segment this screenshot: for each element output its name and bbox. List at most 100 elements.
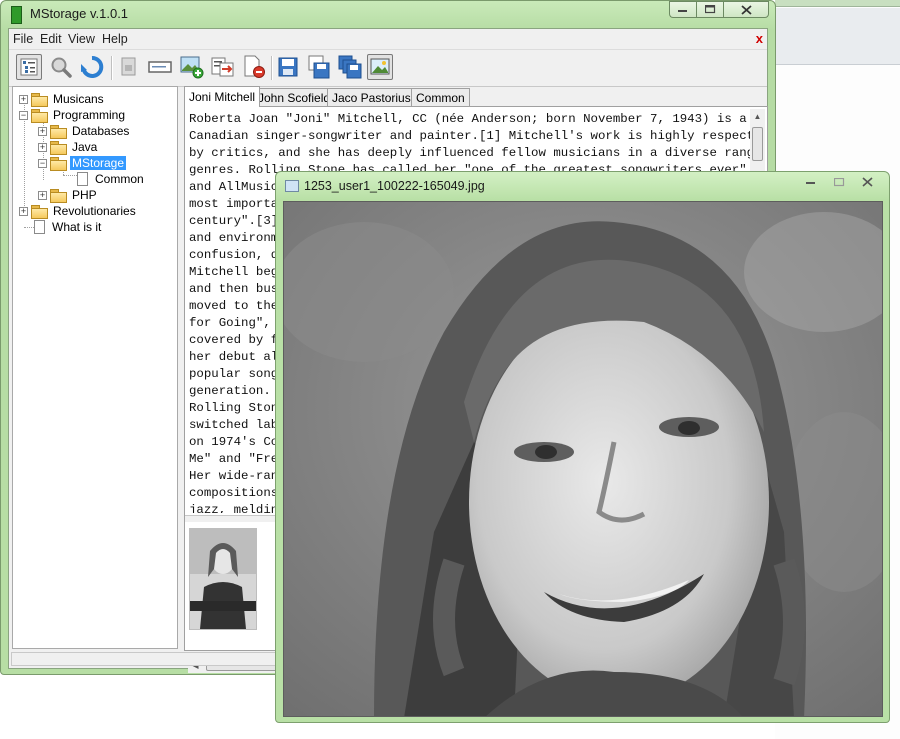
tree-item-label: Musicans — [53, 92, 104, 106]
close-icon — [740, 4, 752, 15]
folder-icon — [31, 204, 48, 219]
menubar: File Edit View Help x — [9, 29, 767, 49]
document-line: Roberta Joan "Joni" Mitchell, CC (née An… — [189, 112, 747, 126]
collapse-icon[interactable]: − — [19, 110, 28, 120]
tab-joni-mitchell[interactable]: Joni Mitchell — [184, 86, 261, 107]
tab-common[interactable]: Common — [411, 88, 470, 106]
import-button[interactable] — [210, 54, 236, 80]
minimize-icon — [678, 9, 687, 12]
folder-icon — [50, 124, 67, 139]
document-icon — [77, 172, 88, 186]
tree-item-label: MStorage — [70, 156, 127, 170]
expand-icon[interactable]: + — [38, 190, 47, 200]
form-button[interactable] — [147, 54, 173, 80]
tree-item-databases[interactable]: + Databases — [38, 123, 131, 139]
close-icon — [861, 177, 873, 187]
delete-button[interactable] — [241, 54, 267, 80]
tree-item-label: Programming — [53, 108, 126, 122]
save-as-button[interactable] — [306, 54, 332, 80]
image-viewer-title: 1253_user1_100222-165049.jpg — [304, 179, 485, 193]
main-titlebar[interactable]: MStorage v.1.0.1 — [1, 1, 775, 27]
tab-john-scofield[interactable]: John Scofield — [253, 88, 336, 106]
scroll-thumb[interactable] — [752, 127, 763, 161]
maximize-icon — [704, 5, 715, 14]
form-icon — [148, 61, 172, 73]
document-line: Canadian singer-songwriter and painter.[… — [189, 129, 755, 143]
folder-icon — [50, 188, 67, 203]
tree-item-label: PHP — [72, 188, 97, 202]
minimize-icon — [806, 182, 815, 184]
save-as-icon — [308, 55, 330, 79]
tree-panel: + Musicans − Programming + Databases + J… — [12, 86, 178, 649]
menu-help[interactable]: Help — [102, 32, 128, 46]
close-button[interactable] — [723, 1, 769, 18]
tree-item-label: What is it — [52, 220, 102, 234]
viewer-maximize-button[interactable] — [827, 176, 851, 188]
maximize-icon — [833, 177, 844, 186]
portrait-photo — [283, 201, 883, 717]
minimize-button[interactable] — [669, 1, 696, 18]
document-icon — [34, 220, 45, 234]
tree-item-php[interactable]: + PHP — [38, 187, 99, 203]
mdi-close-button[interactable]: x — [756, 31, 763, 46]
maximize-button[interactable] — [696, 1, 723, 18]
tree-item-label: Common — [95, 172, 144, 186]
window-title: MStorage v.1.0.1 — [30, 6, 129, 21]
tree-item-label: Revolutionaries — [53, 204, 136, 218]
background-window-panel — [775, 8, 900, 65]
collapse-icon[interactable]: − — [38, 158, 47, 168]
background-window-titlebar — [775, 0, 900, 7]
note-icon — [121, 57, 136, 76]
image-view-button[interactable] — [367, 54, 393, 80]
folder-open-icon — [31, 108, 48, 123]
save-all-button[interactable] — [337, 54, 363, 80]
tree-item-revolutionaries[interactable]: + Revolutionaries — [19, 203, 138, 219]
tree-item-musicans[interactable]: + Musicans — [19, 91, 106, 107]
tree-item-mstorage[interactable]: − MStorage — [38, 155, 127, 171]
refresh-icon — [81, 55, 104, 78]
menu-view[interactable]: View — [68, 32, 95, 46]
tree-item-what-is-it[interactable]: What is it — [31, 219, 103, 235]
note-button[interactable] — [116, 54, 142, 80]
caption-buttons — [669, 1, 769, 19]
toolbar-separator — [111, 56, 113, 80]
app-icon — [11, 6, 22, 24]
delete-icon — [244, 55, 265, 78]
folder-open-icon — [50, 156, 67, 171]
scroll-up-icon[interactable]: ▲ — [750, 109, 765, 124]
expand-icon[interactable]: + — [38, 126, 47, 136]
toolbar-separator — [271, 56, 273, 80]
toolbar — [9, 49, 767, 87]
expand-icon[interactable]: + — [19, 206, 28, 216]
folder-icon — [31, 92, 48, 107]
viewer-close-button[interactable] — [855, 176, 879, 188]
search-button[interactable] — [48, 54, 74, 80]
image-file-icon — [285, 180, 299, 192]
viewer-minimize-button[interactable] — [799, 176, 823, 188]
refresh-button[interactable] — [79, 54, 105, 80]
document-line: by critics, and she has deeply influence… — [189, 146, 755, 160]
save-button[interactable] — [275, 54, 301, 80]
image-viewer-window: 1253_user1_100222-165049.jpg — [275, 171, 890, 723]
expand-icon[interactable]: + — [38, 142, 47, 152]
image-view-icon — [370, 58, 390, 75]
tab-jaco-pastorius[interactable]: Jaco Pastorius — [327, 88, 416, 106]
viewer-caption-buttons — [799, 176, 879, 188]
tree-item-label: Java — [72, 140, 98, 154]
menu-file[interactable]: File — [13, 32, 33, 46]
save-icon — [278, 57, 298, 77]
add-image-button[interactable] — [179, 54, 205, 80]
folder-icon — [50, 140, 67, 155]
tree-item-programming[interactable]: − Programming — [19, 107, 127, 123]
tab-strip: Joni Mitchell John Scofield Jaco Pastori… — [184, 86, 767, 107]
search-icon — [51, 57, 72, 78]
menu-edit[interactable]: Edit — [40, 32, 62, 46]
expand-icon[interactable]: + — [19, 94, 28, 104]
tree-view-icon — [20, 58, 38, 76]
save-all-icon — [338, 55, 362, 79]
tree-view-button[interactable] — [16, 54, 42, 80]
tree-item-java[interactable]: + Java — [38, 139, 99, 155]
tree-item-common[interactable]: Common — [74, 171, 146, 187]
tree-item-label: Databases — [72, 124, 130, 138]
image-thumbnail[interactable] — [189, 528, 257, 630]
